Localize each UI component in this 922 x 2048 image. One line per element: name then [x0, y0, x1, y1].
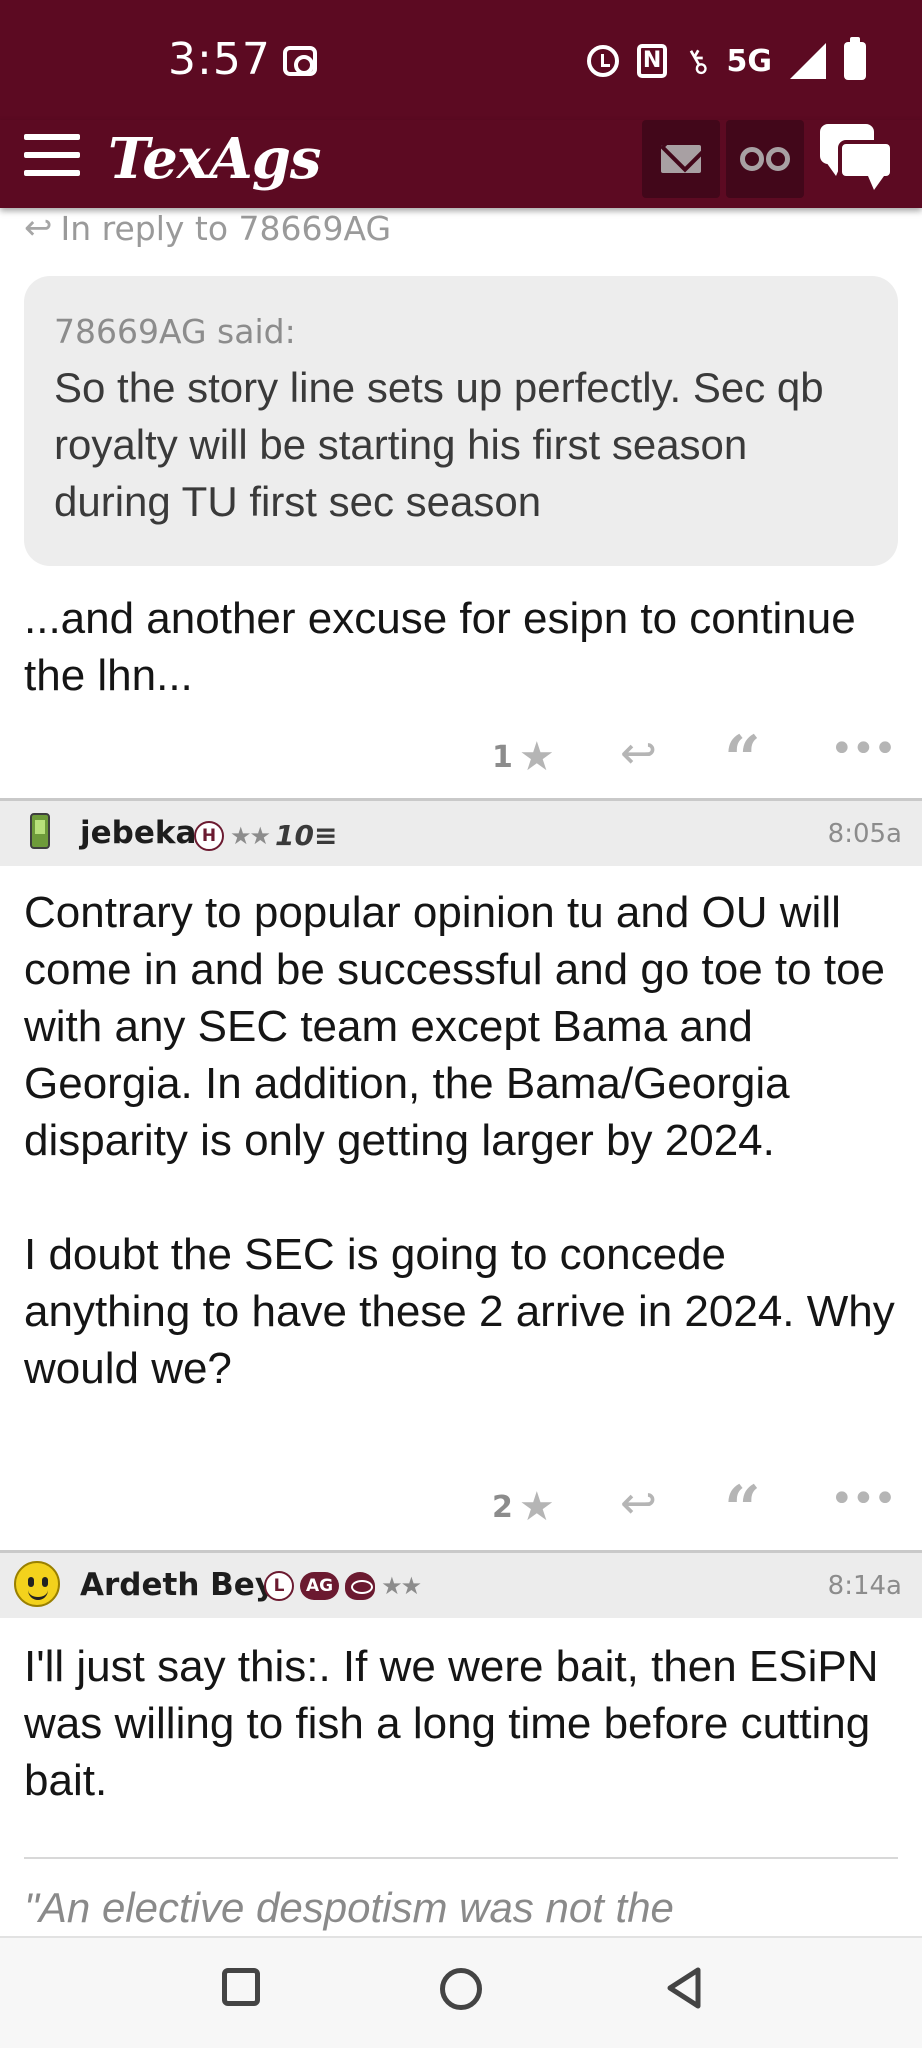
helmet-icon — [345, 1572, 376, 1600]
more-options-icon[interactable]: ••• — [830, 1476, 897, 1522]
recents-icon[interactable] — [222, 1968, 260, 2006]
more-options-icon[interactable]: ••• — [830, 726, 897, 772]
like-button[interactable]: 1 ★ — [492, 734, 555, 780]
quote-icon[interactable]: “ — [724, 1472, 761, 1547]
thread-content[interactable]: ↩ In reply to 78669AG 78669AG said: So t… — [0, 208, 922, 1936]
rank-badge: 10≡ — [275, 819, 338, 852]
binoculars-button[interactable] — [726, 120, 804, 198]
badge-h: H — [194, 820, 224, 851]
alarm-icon — [587, 45, 620, 77]
user-badges: L AG ★★ — [264, 1571, 422, 1601]
quote-icon[interactable]: “ — [724, 722, 761, 797]
reply-icon[interactable]: ↩ — [620, 1478, 657, 1529]
quoted-post: 78669AG said: So the story line sets up … — [24, 276, 898, 566]
username[interactable]: Ardeth Bey — [80, 1567, 275, 1603]
in-reply-to-link[interactable]: ↩ In reply to 78669AG — [24, 208, 391, 248]
post-header: Ardeth Bey L AG ★★ 8:14a — [0, 1550, 922, 1618]
battery-icon — [844, 37, 866, 80]
nfc-icon: N — [637, 44, 668, 78]
system-nav-bar — [0, 1936, 922, 2048]
screen-record-icon — [283, 46, 317, 76]
mail-icon — [661, 145, 701, 173]
stars-badge: ★★ — [381, 1572, 422, 1600]
post-time: 8:14a — [827, 1571, 902, 1601]
user-badges: H ★★ 10≡ — [194, 819, 337, 852]
signal-icon — [790, 43, 826, 79]
stars-badge: ★★ — [230, 821, 271, 850]
like-button[interactable]: 2 ★ — [492, 1484, 555, 1530]
quote-author: 78669AG said: — [54, 312, 296, 351]
badge-l: L — [264, 1571, 294, 1601]
like-count: 2 — [492, 1489, 513, 1525]
app-bar: TexAgs — [0, 120, 922, 208]
post-time: 8:05a — [827, 819, 902, 849]
status-icons: N ⚷ 5G — [587, 37, 866, 84]
status-time: 3:57 — [168, 34, 271, 85]
home-icon[interactable] — [440, 1968, 482, 2010]
back-icon[interactable] — [662, 1966, 706, 2010]
reply-icon[interactable]: ↩ — [620, 728, 657, 779]
reply-to-label: In reply to 78669AG — [60, 208, 392, 248]
quote-text: So the story line sets up perfectly. Sec… — [54, 364, 824, 525]
chat-icon[interactable] — [820, 124, 896, 190]
post-actions: 2 ★ ↩ “ ••• — [0, 1472, 922, 1547]
reply-arrow-icon: ↩ — [24, 208, 53, 248]
binoculars-icon — [740, 147, 790, 171]
star-icon: ★ — [518, 734, 555, 780]
mail-button[interactable] — [642, 120, 720, 198]
avatar[interactable] — [30, 813, 50, 849]
post-body: ...and another excuse for esipn to conti… — [24, 594, 856, 700]
signature-divider — [24, 1857, 898, 1859]
post-actions: 1 ★ ↩ “ ••• — [0, 722, 922, 797]
post-body: Contrary to popular opinion tu and OU wi… — [24, 888, 895, 1393]
vpn-key-icon: ⚷ — [677, 38, 717, 84]
post-header: jebeka H ★★ 10≡ 8:05a — [0, 798, 922, 866]
signature-text: "An elective despotism was not the — [24, 1884, 674, 1931]
star-icon: ★ — [518, 1484, 555, 1530]
menu-icon[interactable] — [24, 132, 80, 182]
post-body: I'll just say this:. If we were bait, th… — [24, 1642, 879, 1805]
network-type: 5G — [726, 43, 773, 79]
status-bar: 3:57 N ⚷ 5G — [0, 0, 922, 120]
avatar[interactable] — [14, 1561, 60, 1607]
texags-logo[interactable]: TexAgs — [108, 126, 321, 192]
badge-ag: AG — [300, 1572, 340, 1600]
like-count: 1 — [492, 739, 513, 775]
username[interactable]: jebeka — [80, 815, 196, 851]
